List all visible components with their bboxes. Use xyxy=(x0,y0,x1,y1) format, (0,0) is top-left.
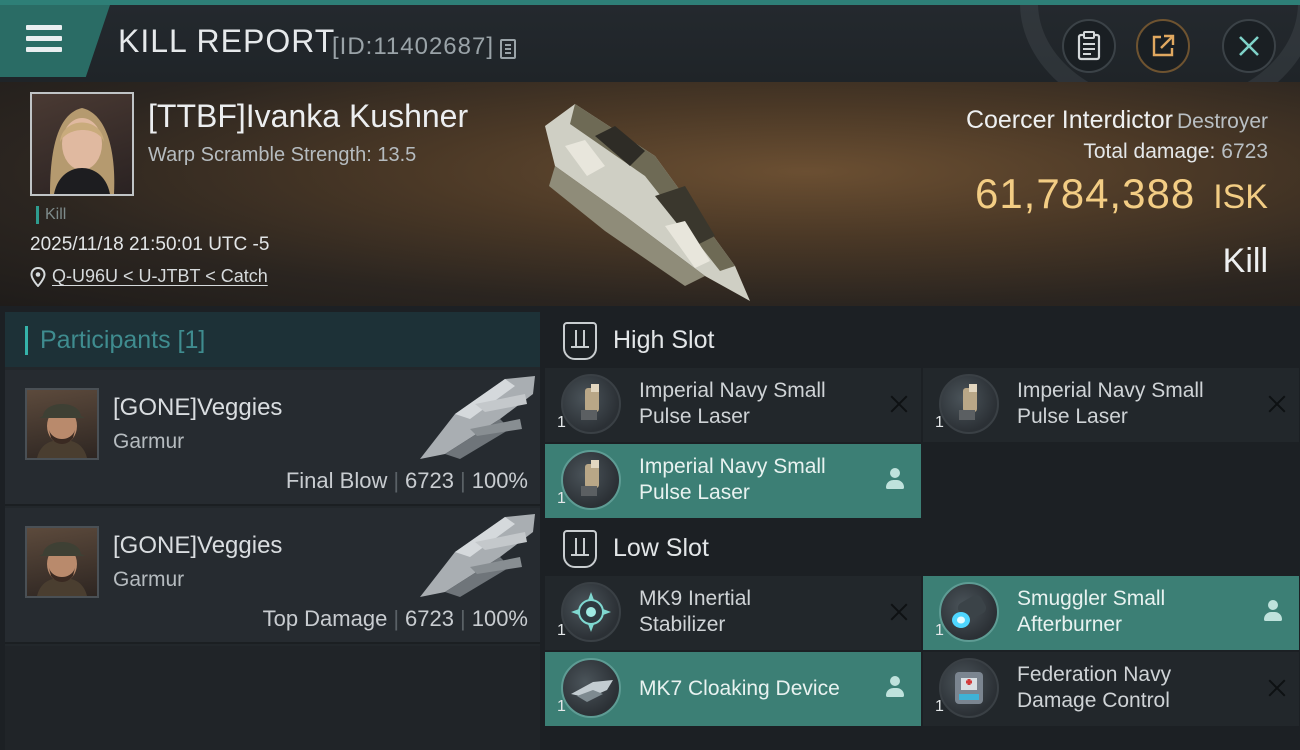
participant-avatar[interactable] xyxy=(25,388,99,460)
participant-damage: 6723 xyxy=(405,606,454,631)
module-name: MK9 Inertial Stabilizer xyxy=(639,587,752,636)
high-slot-header: High Slot xyxy=(545,312,1300,370)
module-item[interactable]: 1 MK9 Inertial Stabilizer xyxy=(545,576,921,650)
module-quantity: 1 xyxy=(557,414,566,431)
participant-role: Top Damage xyxy=(262,606,388,631)
participant-row[interactable]: [GONE]Veggies Garmur Final Blow | 6723 | 100… xyxy=(5,370,540,506)
victim-ship[interactable]: Coercer Interdictor Destroyer xyxy=(966,106,1268,135)
victim-portrait[interactable] xyxy=(30,92,134,196)
victim-ship-image xyxy=(545,104,750,301)
module-quantity: 1 xyxy=(935,414,944,431)
top-bar: KILL REPORT [ID:11402687] xyxy=(0,0,1300,87)
fitting-panel: High Slot 1 Imperial Navy Small Pulse Las… xyxy=(545,312,1300,750)
participant-ship: Garmur xyxy=(113,568,185,591)
inertial-stabilizer-icon xyxy=(561,582,621,642)
module-item[interactable]: 1 Imperial Navy Small Pulse Laser xyxy=(545,444,921,518)
dropped-person-icon xyxy=(1263,600,1283,622)
cloaking-device-icon xyxy=(561,658,621,718)
participants-title: Participants [1] xyxy=(25,326,205,355)
isk-value-row: 61,784,388 ISK xyxy=(975,170,1268,218)
ship-class: Destroyer xyxy=(1176,110,1268,133)
low-slot-title: Low Slot xyxy=(613,534,709,562)
module-quantity: 1 xyxy=(935,622,944,639)
participant-ship: Garmur xyxy=(113,430,185,453)
total-damage-value: 6723 xyxy=(1221,140,1268,163)
participant-stats: Top Damage | 6723 | 100% xyxy=(262,606,528,631)
dropped-person-icon xyxy=(885,676,905,698)
low-slot-header: Low Slot xyxy=(545,520,1300,578)
dropped-person-icon xyxy=(885,468,905,490)
ship-name: Coercer Interdictor xyxy=(965,106,1173,134)
participant-portrait-image xyxy=(37,542,87,596)
location-link[interactable]: Q-U96U < U-JTBT < Catch xyxy=(52,266,268,287)
pulse-laser-icon xyxy=(561,450,621,510)
close-icon xyxy=(1239,36,1259,56)
high-slot-icon xyxy=(563,322,597,360)
clipboard-icon xyxy=(1077,31,1101,61)
isk-unit: ISK xyxy=(1213,178,1268,216)
module-item[interactable]: 1 MK7 Cloaking Device xyxy=(545,652,921,726)
participant-percent: 100% xyxy=(471,468,528,493)
participant-role: Final Blow xyxy=(285,468,388,493)
participant-avatar[interactable] xyxy=(25,526,99,598)
copy-icon[interactable] xyxy=(500,39,516,59)
participant-name[interactable]: [GONE]Veggies xyxy=(113,394,282,422)
participants-header: Participants [1] xyxy=(5,312,540,367)
damage-control-icon xyxy=(939,658,999,718)
participant-row[interactable]: [GONE]Veggies Garmur Top Damage | 6723 | 100… xyxy=(5,508,540,644)
destroyed-x-icon xyxy=(889,394,909,414)
high-slot-title: High Slot xyxy=(613,326,715,354)
menu-icon xyxy=(26,25,62,53)
total-damage-label: Total damage: xyxy=(1083,140,1216,163)
kill-result: Kill xyxy=(1222,242,1268,280)
module-item[interactable]: 1 Imperial Navy Small Pulse Laser xyxy=(545,368,921,442)
close-button[interactable] xyxy=(1222,19,1276,73)
kill-banner: [TTBF]Ivanka Kushner Warp Scramble Stren… xyxy=(0,82,1300,306)
share-button[interactable] xyxy=(1136,19,1190,73)
participant-ship-image xyxy=(420,376,535,459)
pulse-laser-icon xyxy=(561,374,621,434)
destroyed-x-icon xyxy=(1267,394,1287,414)
location-pin-icon xyxy=(30,266,46,287)
module-name: Federation Navy Damage Control xyxy=(1017,663,1172,712)
module-name: Imperial Navy Small Pulse Laser xyxy=(1017,379,1204,428)
module-item[interactable]: 1 Smuggler Small Afterburner xyxy=(923,576,1299,650)
menu-button[interactable] xyxy=(0,5,110,77)
module-quantity: 1 xyxy=(935,698,944,715)
module-name: Smuggler Small Afterburner xyxy=(1017,587,1166,636)
clipboard-button[interactable] xyxy=(1062,19,1116,73)
module-name: MK7 Cloaking Device xyxy=(639,677,840,700)
participant-damage: 6723 xyxy=(405,468,454,493)
module-name: Imperial Navy Small Pulse Laser xyxy=(639,379,826,428)
isk-value: 61,784,388 xyxy=(974,170,1196,217)
module-name: Imperial Navy Small Pulse Laser xyxy=(639,455,826,504)
module-item[interactable]: 1 Federation Navy Damage Control xyxy=(923,652,1299,726)
participant-percent: 100% xyxy=(471,606,528,631)
module-item[interactable]: 1 Imperial Navy Small Pulse Laser xyxy=(923,368,1299,442)
share-icon xyxy=(1152,34,1175,57)
participant-portrait-image xyxy=(37,404,87,458)
participant-stats: Final Blow | 6723 | 100% xyxy=(285,468,528,493)
destroyed-x-icon xyxy=(1267,678,1287,698)
module-quantity: 1 xyxy=(557,698,566,715)
report-id: [ID:11402687] xyxy=(332,33,495,60)
destroyed-x-icon xyxy=(889,602,909,622)
warp-scramble-strength: Warp Scramble Strength: 13.5 xyxy=(148,144,417,166)
participant-name[interactable]: [GONE]Veggies xyxy=(113,532,282,560)
victim-name[interactable]: [TTBF]Ivanka Kushner xyxy=(148,98,468,135)
kill-datetime: 2025/11/18 21:50:01 UTC -5 xyxy=(30,234,270,255)
kill-tag: Kill xyxy=(36,206,66,224)
page-title: KILL REPORT xyxy=(118,23,336,59)
pulse-laser-icon xyxy=(939,374,999,434)
low-slot-icon xyxy=(563,530,597,568)
total-damage: Total damage: 6723 xyxy=(1083,140,1268,164)
participants-panel: Participants [1] [GONE]Veggies Garmur Fi… xyxy=(5,312,540,750)
kill-location[interactable]: Q-U96U < U-JTBT < Catch xyxy=(30,266,268,287)
participant-ship-image xyxy=(420,514,535,597)
module-quantity: 1 xyxy=(557,622,566,639)
afterburner-icon xyxy=(939,582,999,642)
victim-portrait-image xyxy=(50,108,115,194)
module-quantity: 1 xyxy=(557,490,566,507)
participants-empty-area xyxy=(5,646,540,750)
